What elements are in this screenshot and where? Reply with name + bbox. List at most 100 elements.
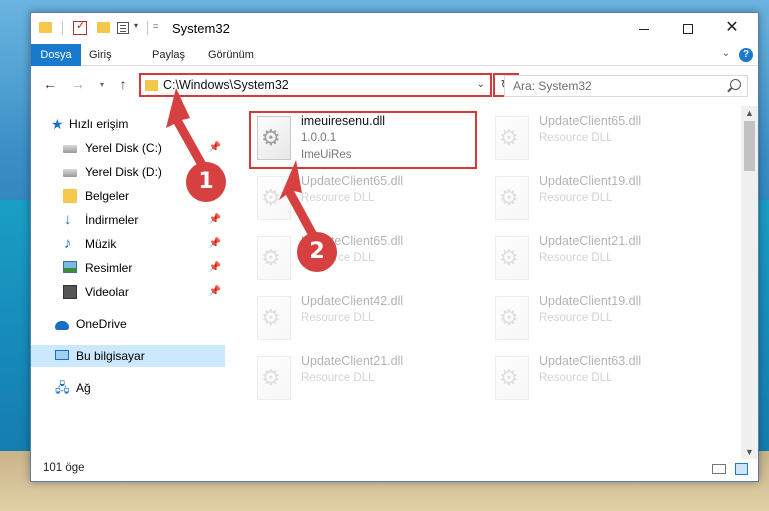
- vertical-scrollbar[interactable]: ▲ ▼: [741, 106, 758, 459]
- file-item[interactable]: UpdateClient65.dll Resource DLL: [251, 172, 481, 232]
- file-type: Resource DLL: [301, 312, 375, 324]
- expand-ribbon-icon[interactable]: ⌄: [722, 48, 730, 59]
- scroll-down-icon[interactable]: ▼: [745, 447, 754, 457]
- ribbon-tabs: Dosya Giriş Paylaş Görünüm ⌄ ?: [31, 44, 758, 66]
- chevron-down-icon[interactable]: ⌄: [477, 79, 485, 90]
- window-title: System32: [172, 21, 230, 36]
- sidebar-item-label: Belgeler: [85, 189, 130, 203]
- forward-arrow-icon[interactable]: →: [69, 76, 87, 92]
- dll-file-icon: [257, 356, 291, 400]
- scroll-up-icon[interactable]: ▲: [745, 108, 754, 118]
- toolbar-divider: [147, 21, 148, 35]
- file-type: Resource DLL: [539, 252, 613, 264]
- file-item[interactable]: UpdateClient21.dll Resource DLL: [251, 352, 481, 412]
- maximize-icon: [683, 24, 693, 35]
- sidebar-item-music[interactable]: ♪ Müzik 📌: [31, 233, 225, 255]
- dll-file-icon: [257, 176, 291, 220]
- sidebar-item-label: İndirmeler: [85, 213, 139, 227]
- file-name: UpdateClient19.dll: [539, 174, 642, 188]
- maximize-button[interactable]: [666, 13, 710, 43]
- sidebar-item-label: Yerel Disk (D:): [85, 165, 162, 179]
- sidebar-item-pictures[interactable]: Resimler 📌: [31, 257, 225, 279]
- file-type: Resource DLL: [539, 192, 613, 204]
- pin-icon[interactable]: 📌: [209, 257, 221, 279]
- file-item[interactable]: UpdateClient21.dll Resource DLL: [489, 232, 719, 292]
- sidebar-item-downloads[interactable]: ↓ İndirmeler 📌: [31, 209, 225, 231]
- help-button[interactable]: ?: [739, 48, 753, 62]
- sidebar-item-this-pc[interactable]: Bu bilgisayar: [31, 345, 225, 367]
- properties-icon[interactable]: [73, 19, 87, 35]
- sidebar-item-label: Ağ: [76, 381, 91, 395]
- documents-icon: [63, 189, 77, 203]
- search-placeholder: Ara: System32: [513, 79, 592, 93]
- details-view-icon[interactable]: [712, 464, 726, 474]
- pin-icon[interactable]: 📌: [209, 137, 221, 159]
- dll-file-icon: [495, 116, 529, 160]
- dll-file-icon: [495, 176, 529, 220]
- new-folder-icon[interactable]: [97, 22, 110, 33]
- sidebar-item-local-disk-c[interactable]: Yerel Disk (C:) 📌: [31, 137, 225, 159]
- close-button[interactable]: ✕: [710, 13, 754, 43]
- file-item[interactable]: UpdateClient42.dll Resource DLL: [251, 292, 481, 352]
- file-item[interactable]: UpdateClient19.dll Resource DLL: [489, 172, 719, 232]
- chevron-down-icon[interactable]: ▾: [134, 21, 138, 37]
- back-arrow-icon[interactable]: ←: [41, 76, 59, 92]
- tab-home[interactable]: Giriş: [89, 44, 112, 66]
- tab-file[interactable]: Dosya: [31, 44, 81, 66]
- toolbar-divider: [62, 21, 63, 35]
- callout-marker-1: 1: [186, 162, 226, 202]
- callout-marker-2: 2: [297, 232, 337, 272]
- sidebar-item-label: Resimler: [85, 261, 133, 275]
- sidebar-item-label: Müzik: [85, 237, 117, 251]
- pin-icon[interactable]: =: [153, 21, 158, 37]
- music-icon: ♪: [64, 235, 72, 252]
- title-bar: ▾ = System32 ✕: [31, 13, 758, 44]
- view-icon[interactable]: [117, 22, 129, 34]
- pin-icon[interactable]: 📌: [209, 281, 221, 303]
- navigation-bar: ← → ▾ ↑ C:\Windows\System32 ⌄ ↻ Ara: Sys…: [31, 70, 758, 102]
- item-count: 101 öge: [43, 462, 85, 474]
- file-item[interactable]: UpdateClient63.dll Resource DLL: [489, 352, 719, 412]
- computer-icon: [55, 350, 69, 360]
- address-bar[interactable]: C:\Windows\System32 ⌄: [139, 73, 492, 97]
- videos-icon: [63, 285, 77, 299]
- folder-icon: [145, 80, 158, 91]
- sidebar-item-label: Bu bilgisayar: [76, 349, 145, 363]
- sidebar-item-onedrive[interactable]: OneDrive: [31, 313, 225, 335]
- file-name: UpdateClient65.dll: [539, 114, 642, 128]
- address-path[interactable]: C:\Windows\System32: [163, 78, 289, 92]
- search-input[interactable]: Ara: System32: [504, 75, 748, 97]
- sidebar-item-label: Hızlı erişim: [69, 117, 129, 131]
- file-type: Resource DLL: [301, 192, 375, 204]
- search-icon: [730, 79, 741, 90]
- dll-file-icon: [257, 236, 291, 280]
- scrollbar-thumb[interactable]: [744, 121, 755, 171]
- pin-icon[interactable]: 📌: [209, 209, 221, 231]
- sidebar-item-videos[interactable]: Videolar 📌: [31, 281, 225, 303]
- file-name: UpdateClient42.dll: [301, 294, 404, 308]
- tab-share[interactable]: Paylaş: [152, 44, 185, 66]
- pictures-icon: [63, 261, 77, 273]
- sidebar-item-quick-access[interactable]: ★ Hızlı erişim: [31, 113, 225, 135]
- file-name: UpdateClient21.dll: [539, 234, 642, 248]
- dll-file-icon: [257, 296, 291, 340]
- file-item[interactable]: UpdateClient65.dll Resource DLL: [251, 232, 481, 292]
- sidebar-item-label: Yerel Disk (C:): [85, 141, 162, 155]
- tab-view[interactable]: Görünüm: [208, 44, 254, 66]
- pin-icon[interactable]: 📌: [209, 233, 221, 255]
- sidebar-item-network[interactable]: 🖧 Ağ: [31, 377, 225, 399]
- file-item[interactable]: UpdateClient65.dll Resource DLL: [489, 112, 719, 172]
- file-type: Resource DLL: [539, 372, 613, 384]
- sidebar-item-label: Videolar: [85, 285, 129, 299]
- network-icon: 🖧: [55, 380, 70, 395]
- file-type: Resource DLL: [301, 372, 375, 384]
- up-arrow-icon[interactable]: ↑: [114, 76, 132, 92]
- explorer-window: ▾ = System32 ✕ Dosya Giriş Paylaş Görünü…: [30, 12, 759, 482]
- file-item[interactable]: UpdateClient19.dll Resource DLL: [489, 292, 719, 352]
- recent-locations-icon[interactable]: ▾: [93, 80, 111, 89]
- minimize-button[interactable]: [622, 13, 666, 43]
- cloud-icon: [55, 321, 69, 330]
- tiles-view-icon[interactable]: [735, 463, 748, 475]
- dll-file-icon: [495, 236, 529, 280]
- file-list: imeuiresenu.dll 1.0.0.1 ImeUiRes UpdateC…: [227, 108, 741, 453]
